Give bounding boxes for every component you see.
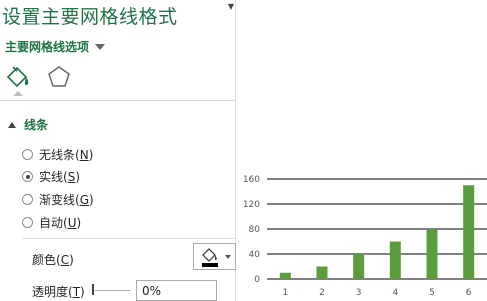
bar[interactable] <box>279 272 291 279</box>
radio-solid-line[interactable]: 实线(S) <box>22 168 80 185</box>
collapse-icon <box>8 121 16 128</box>
bar[interactable] <box>316 266 328 280</box>
x-tick-label: 1 <box>282 288 288 298</box>
radio-gradient-line[interactable]: 渐变线(G) <box>22 191 94 208</box>
radio-button[interactable] <box>22 149 33 160</box>
y-tick-label: 120 <box>243 200 260 210</box>
radio-no-line[interactable]: 无线条(N) <box>22 146 93 163</box>
bar[interactable] <box>389 241 401 280</box>
chevron-down-icon <box>225 255 231 259</box>
radio-label: 无线条(N) <box>39 148 94 162</box>
divider <box>0 100 236 101</box>
chevron-down-icon <box>95 43 106 50</box>
x-tick-label: 5 <box>429 288 435 298</box>
slider-thumb[interactable] <box>92 284 94 295</box>
transparency-label: 透明度(T) <box>32 285 85 299</box>
radio-label: 自动(U) <box>39 216 82 230</box>
column-chart[interactable]: 0 40 80 120 160 1 2 3 4 5 6 <box>237 160 487 301</box>
line-section-title: 线条 <box>24 118 49 132</box>
y-tick-label: 0 <box>254 275 260 285</box>
gridline-options-label: 主要网格线选项 <box>5 40 90 54</box>
outline-color-button[interactable] <box>193 243 236 270</box>
transparency-slider[interactable] <box>92 282 132 298</box>
pentagon-icon[interactable] <box>45 63 73 91</box>
gridline-options-dropdown[interactable]: 主要网格线选项 <box>5 38 106 55</box>
x-tick-label: 4 <box>392 288 398 298</box>
x-tick-label: 3 <box>356 288 362 298</box>
pane-title: 设置主要网格线格式 <box>2 6 178 28</box>
radio-label: 渐变线(G) <box>39 193 94 207</box>
bar[interactable] <box>353 254 365 279</box>
radio-automatic[interactable]: 自动(U) <box>22 214 81 231</box>
divider <box>22 238 236 239</box>
line-section-header[interactable]: 线条 <box>8 116 48 133</box>
y-tick-label: 40 <box>249 250 261 260</box>
bar[interactable] <box>463 185 475 279</box>
bar[interactable] <box>426 229 438 279</box>
radio-label: 实线(S) <box>39 170 80 184</box>
y-tick-label: 80 <box>249 225 261 235</box>
color-label: 颜色(C) <box>32 253 74 267</box>
paint-bucket-icon[interactable] <box>4 63 32 91</box>
radio-button[interactable] <box>22 194 33 205</box>
y-tick-label: 160 <box>243 175 260 185</box>
x-tick-label: 2 <box>319 288 325 298</box>
radio-button[interactable] <box>22 171 33 182</box>
chart-plot: 0 40 80 120 160 1 2 3 4 5 6 <box>243 175 487 298</box>
radio-button[interactable] <box>22 217 33 228</box>
transparency-input[interactable] <box>136 280 217 301</box>
outline-color-icon <box>202 248 218 267</box>
format-gridlines-pane: 设置主要网格线格式 ▼ 主要网格线选项 线条 无线条(N) 实线(S) 渐变线(… <box>0 0 236 301</box>
x-tick-label: 6 <box>466 288 472 298</box>
selected-tab-indicator <box>3 91 33 99</box>
pane-options-icon[interactable]: ▼ <box>226 2 236 12</box>
slider-track <box>95 290 130 291</box>
